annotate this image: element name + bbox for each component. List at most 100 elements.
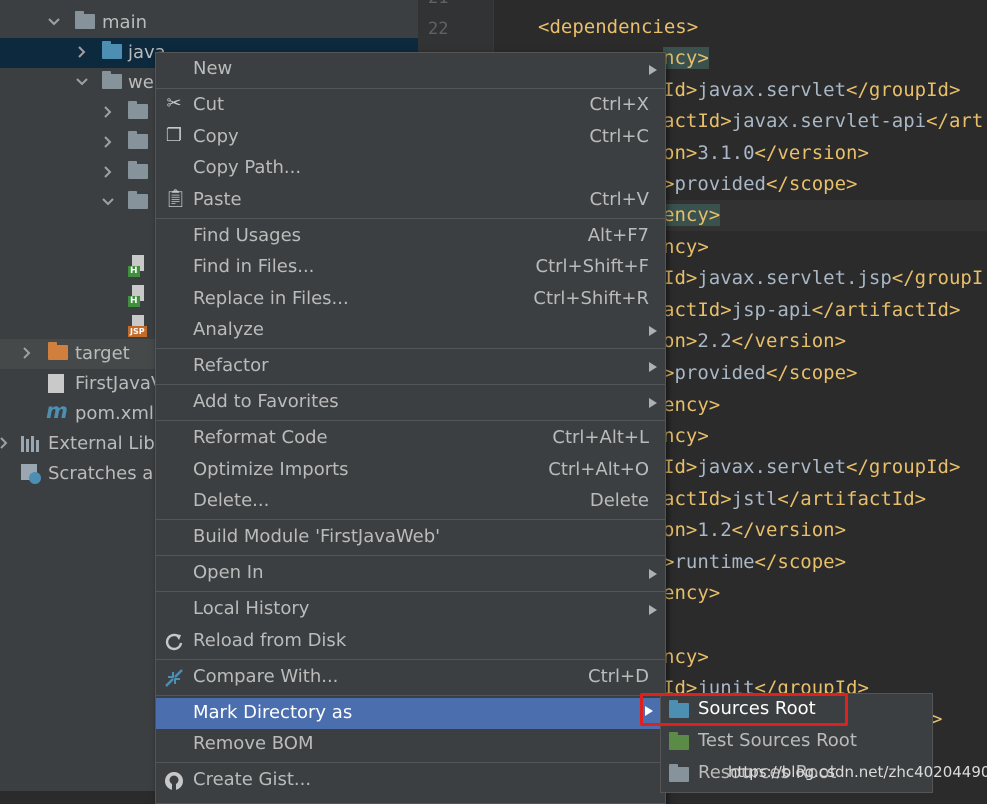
folder-icon — [128, 131, 148, 149]
menu-separator — [156, 695, 665, 696]
code-line: ency> — [663, 582, 721, 604]
folder-icon — [75, 11, 95, 29]
submenu-arrow-icon — [649, 569, 657, 579]
folder-icon — [128, 161, 148, 179]
menu-item-optimize-imports[interactable]: Optimize Imports Ctrl+Alt+O — [156, 455, 665, 486]
folder-icon — [128, 101, 148, 119]
chevron-right-icon[interactable] — [101, 133, 115, 151]
menu-separator — [156, 762, 665, 763]
menu-item-open-in[interactable]: Open In — [156, 558, 665, 589]
tree-item-label: FirstJavaV — [75, 373, 164, 394]
chevron-right-icon[interactable] — [101, 103, 115, 121]
clipboard-icon: 📋︎ — [164, 188, 187, 209]
menu-item-delete[interactable]: Delete... Delete — [156, 486, 665, 517]
menu-separator — [156, 420, 665, 421]
menu-separator — [156, 659, 665, 660]
code-line: actId>jstl</artifactId> — [663, 488, 927, 510]
submenu-arrow-icon — [649, 362, 657, 372]
chevron-right-icon[interactable] — [20, 344, 34, 362]
menu-item-analyze[interactable]: Analyze — [156, 315, 665, 346]
menu-item-find-in-files[interactable]: Find in Files... Ctrl+Shift+F — [156, 252, 665, 283]
menu-item-create-gist[interactable]: Create Gist... — [156, 765, 665, 796]
code-line: Id>javax.servlet.jsp</groupI — [663, 267, 984, 289]
submenu-arrow-icon — [649, 65, 657, 75]
code-line: ncy> — [663, 47, 709, 69]
menu-separator — [156, 218, 665, 219]
menu-item-cut[interactable]: ✂ Cut Ctrl+X — [156, 90, 665, 121]
menu-item-build-module[interactable]: Build Module 'FirstJavaWeb' — [156, 522, 665, 553]
code-line: >provided</scope> — [663, 173, 858, 195]
reload-icon — [165, 633, 183, 651]
code-line-current: ency> — [663, 200, 987, 231]
html-file-icon: H — [128, 255, 150, 277]
menu-separator — [156, 555, 665, 556]
code-line: on>1.2</version> — [663, 519, 847, 541]
annotation-highlight-box — [640, 693, 848, 726]
menu-item-new[interactable]: New — [156, 54, 665, 85]
code-line: ency> — [663, 394, 721, 416]
code-line: >runtime</scope> — [663, 551, 847, 573]
menu-item-replace-in-files[interactable]: Replace in Files... Ctrl+Shift+R — [156, 284, 665, 315]
tree-item-main[interactable]: main — [0, 8, 418, 38]
menu-separator — [156, 384, 665, 385]
resources-folder-icon — [669, 764, 689, 782]
code-line: ncy> — [663, 646, 709, 668]
folder-icon — [128, 191, 148, 209]
code-line: ncy> — [663, 425, 709, 447]
context-menu: New ✂ Cut Ctrl+X ❐ Copy Ctrl+C Copy Path..… — [155, 52, 666, 804]
menu-separator — [156, 348, 665, 349]
chevron-down-icon[interactable] — [47, 13, 61, 31]
code-line: Id>javax.servlet</groupId> — [663, 456, 961, 478]
scissors-icon: ✂ — [166, 93, 182, 114]
file-icon — [48, 374, 64, 393]
chevron-right-icon[interactable] — [75, 43, 89, 61]
library-icon — [21, 436, 39, 452]
code-line: <dependencies> — [538, 16, 699, 38]
tree-item-label: External Libr — [48, 433, 163, 454]
menu-item-reload-from-disk[interactable]: Reload from Disk — [156, 626, 665, 657]
menu-item-reformat-code[interactable]: Reformat Code Ctrl+Alt+L — [156, 423, 665, 454]
menu-item-compare-with[interactable]: Compare With... Ctrl+D — [156, 662, 665, 693]
copy-icon: ❐ — [165, 125, 183, 146]
watermark: https://blog.csdn.net/zhc402044909 — [728, 763, 987, 781]
code-line: ncy> — [663, 236, 709, 258]
menu-item-refactor[interactable]: Refactor — [156, 351, 665, 382]
menu-item-copy-path[interactable]: Copy Path... — [156, 153, 665, 184]
menu-item-remove-bom[interactable]: Remove BOM — [156, 729, 665, 760]
line-number: 22 — [428, 19, 449, 39]
tree-item-label: pom.xml — [75, 403, 154, 424]
jsp-file-icon: JSP — [128, 315, 150, 337]
github-icon — [165, 772, 183, 790]
folder-icon — [48, 342, 68, 360]
chevron-right-icon[interactable] — [0, 434, 14, 452]
chevron-down-icon[interactable] — [75, 73, 89, 91]
folder-icon — [102, 41, 122, 59]
tree-item-label: Scratches an — [48, 463, 165, 484]
html-file-icon: H — [128, 285, 150, 307]
compare-icon — [165, 669, 183, 687]
menu-item-find-usages[interactable]: Find Usages Alt+F7 — [156, 221, 665, 252]
menu-item-local-history[interactable]: Local History — [156, 594, 665, 625]
submenu-item-test-sources-root[interactable]: Test Sources Root — [661, 726, 932, 757]
submenu-arrow-icon — [649, 605, 657, 615]
menu-item-copy[interactable]: ❐ Copy Ctrl+C — [156, 122, 665, 153]
line-number: 21 — [428, 0, 448, 8]
code-line: actId>javax.servlet-api</art — [663, 110, 984, 132]
maven-icon: m — [46, 399, 68, 423]
menu-item-add-to-favorites[interactable]: Add to Favorites — [156, 387, 665, 418]
code-line: >provided</scope> — [663, 362, 858, 384]
test-sources-folder-icon — [669, 732, 689, 750]
chevron-down-icon[interactable] — [101, 193, 115, 211]
menu-separator — [156, 88, 665, 89]
submenu-arrow-icon — [649, 398, 657, 408]
code-line: on>2.2</version> — [663, 330, 847, 352]
code-line: on>3.1.0</version> — [663, 142, 869, 164]
folder-icon — [102, 71, 122, 89]
code-line: Id>javax.servlet</groupId> — [663, 79, 961, 101]
tree-item-label: target — [75, 343, 130, 364]
menu-item-paste[interactable]: 📋︎ Paste Ctrl+V — [156, 185, 665, 216]
menu-separator — [156, 591, 665, 592]
menu-item-mark-directory-as[interactable]: Mark Directory as — [156, 698, 665, 729]
code-line: actId>jsp-api</artifactId> — [663, 299, 961, 321]
chevron-right-icon[interactable] — [101, 163, 115, 181]
